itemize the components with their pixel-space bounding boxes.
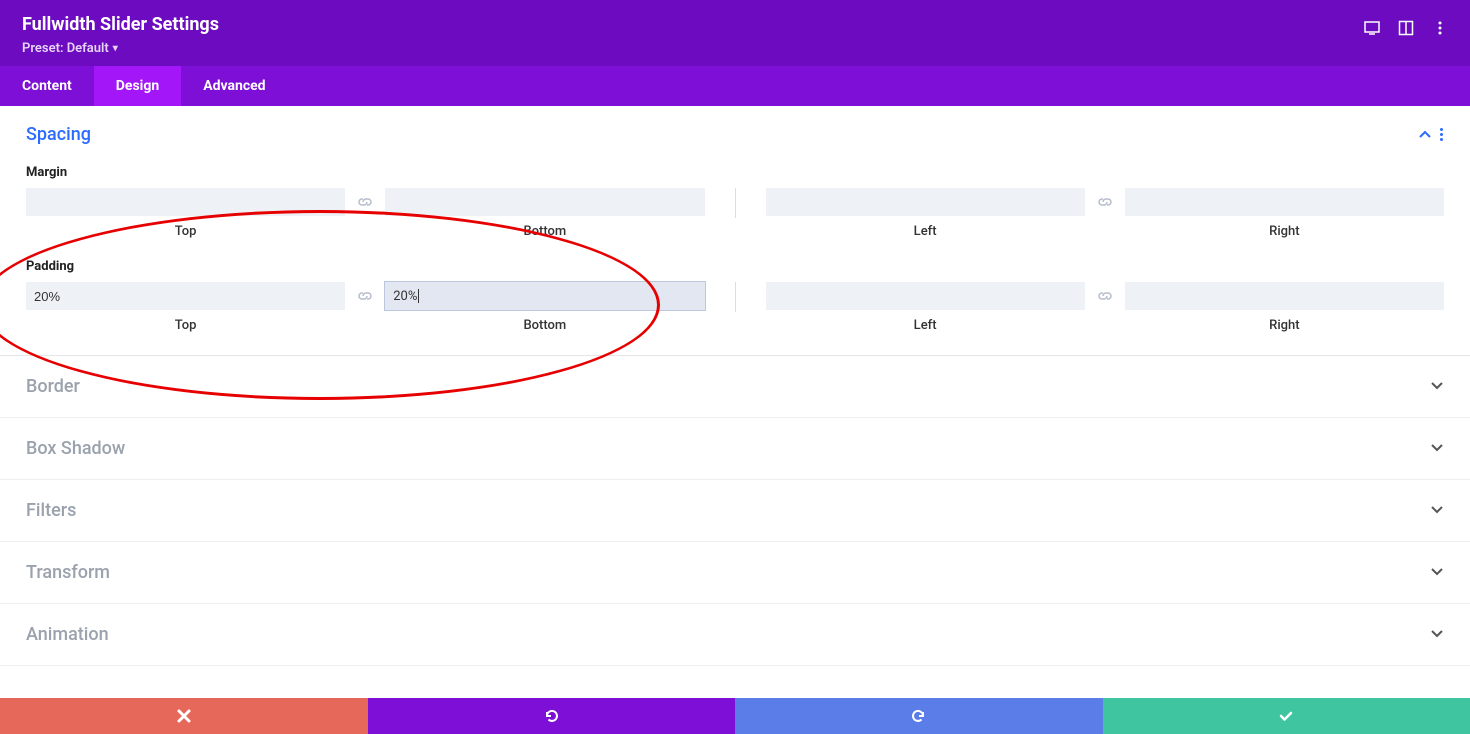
- header: Fullwidth Slider Settings Preset: Defaul…: [0, 0, 1470, 66]
- padding-label: Padding: [26, 259, 1444, 274]
- close-icon: [176, 708, 192, 724]
- redo-icon: [911, 708, 927, 724]
- margin-right-label: Right: [1269, 224, 1299, 239]
- kebab-menu-icon[interactable]: [1432, 20, 1448, 36]
- chevron-down-icon: [1430, 440, 1444, 458]
- tabs: Content Design Advanced: [0, 66, 1470, 106]
- link-icon[interactable]: [1097, 288, 1113, 304]
- redo-button[interactable]: [735, 698, 1103, 734]
- tab-content[interactable]: Content: [0, 66, 94, 106]
- tab-advanced[interactable]: Advanced: [181, 66, 287, 106]
- link-icon[interactable]: [1097, 194, 1113, 210]
- save-button[interactable]: [1103, 698, 1470, 734]
- link-icon[interactable]: [357, 288, 373, 304]
- section-title: Animation: [26, 624, 109, 645]
- section-title: Filters: [26, 500, 76, 521]
- section-box-shadow[interactable]: Box Shadow: [0, 418, 1470, 480]
- padding-top-input[interactable]: [26, 282, 345, 310]
- margin-label: Margin: [26, 165, 1444, 180]
- expand-modal-icon[interactable]: [1398, 20, 1414, 36]
- footer: [0, 698, 1470, 734]
- margin-top-input[interactable]: [26, 188, 345, 216]
- margin-bottom-label: Bottom: [523, 224, 566, 239]
- collapse-icon[interactable]: [1418, 128, 1432, 142]
- tab-design[interactable]: Design: [94, 66, 181, 106]
- caret-down-icon: ▾: [113, 43, 118, 54]
- section-kebab-icon[interactable]: [1440, 128, 1444, 141]
- chevron-down-icon: [1430, 564, 1444, 582]
- margin-bottom-input[interactable]: [385, 188, 704, 216]
- section-border[interactable]: Border: [0, 356, 1470, 418]
- margin-row: Top Bottom Left: [26, 188, 1444, 239]
- section-transform[interactable]: Transform: [0, 542, 1470, 604]
- undo-button[interactable]: [368, 698, 736, 734]
- section-filters[interactable]: Filters: [0, 480, 1470, 542]
- section-title: Border: [26, 376, 80, 397]
- padding-bottom-input[interactable]: 20%: [385, 282, 704, 310]
- chevron-down-icon: [1430, 626, 1444, 644]
- header-actions: [1364, 14, 1448, 36]
- preset-label: Preset: Default: [22, 41, 109, 56]
- section-animation[interactable]: Animation: [0, 604, 1470, 666]
- padding-right-label: Right: [1269, 318, 1299, 333]
- chevron-down-icon: [1430, 378, 1444, 396]
- section-spacing: Spacing Margin Top Bott: [0, 106, 1470, 356]
- margin-left-input[interactable]: [766, 188, 1085, 216]
- section-title-spacing[interactable]: Spacing: [26, 124, 91, 145]
- margin-top-label: Top: [175, 224, 197, 239]
- preset-selector[interactable]: Preset: Default ▾: [22, 41, 219, 56]
- padding-left-label: Left: [914, 318, 937, 333]
- margin-right-input[interactable]: [1125, 188, 1444, 216]
- content-area: Spacing Margin Top Bott: [0, 106, 1470, 693]
- padding-left-input[interactable]: [766, 282, 1085, 310]
- header-left: Fullwidth Slider Settings Preset: Defaul…: [22, 14, 219, 56]
- check-icon: [1278, 708, 1294, 724]
- padding-bottom-label: Bottom: [523, 318, 566, 333]
- margin-left-label: Left: [914, 224, 937, 239]
- section-title: Box Shadow: [26, 438, 125, 459]
- responsive-desktop-icon[interactable]: [1364, 20, 1380, 36]
- section-title: Transform: [26, 562, 110, 583]
- padding-top-label: Top: [175, 318, 197, 333]
- padding-right-input[interactable]: [1125, 282, 1444, 310]
- chevron-down-icon: [1430, 502, 1444, 520]
- page-title: Fullwidth Slider Settings: [22, 14, 219, 35]
- undo-icon: [543, 708, 559, 724]
- cancel-button[interactable]: [0, 698, 368, 734]
- link-icon[interactable]: [357, 194, 373, 210]
- padding-row: Top 20% Bottom Left: [26, 282, 1444, 333]
